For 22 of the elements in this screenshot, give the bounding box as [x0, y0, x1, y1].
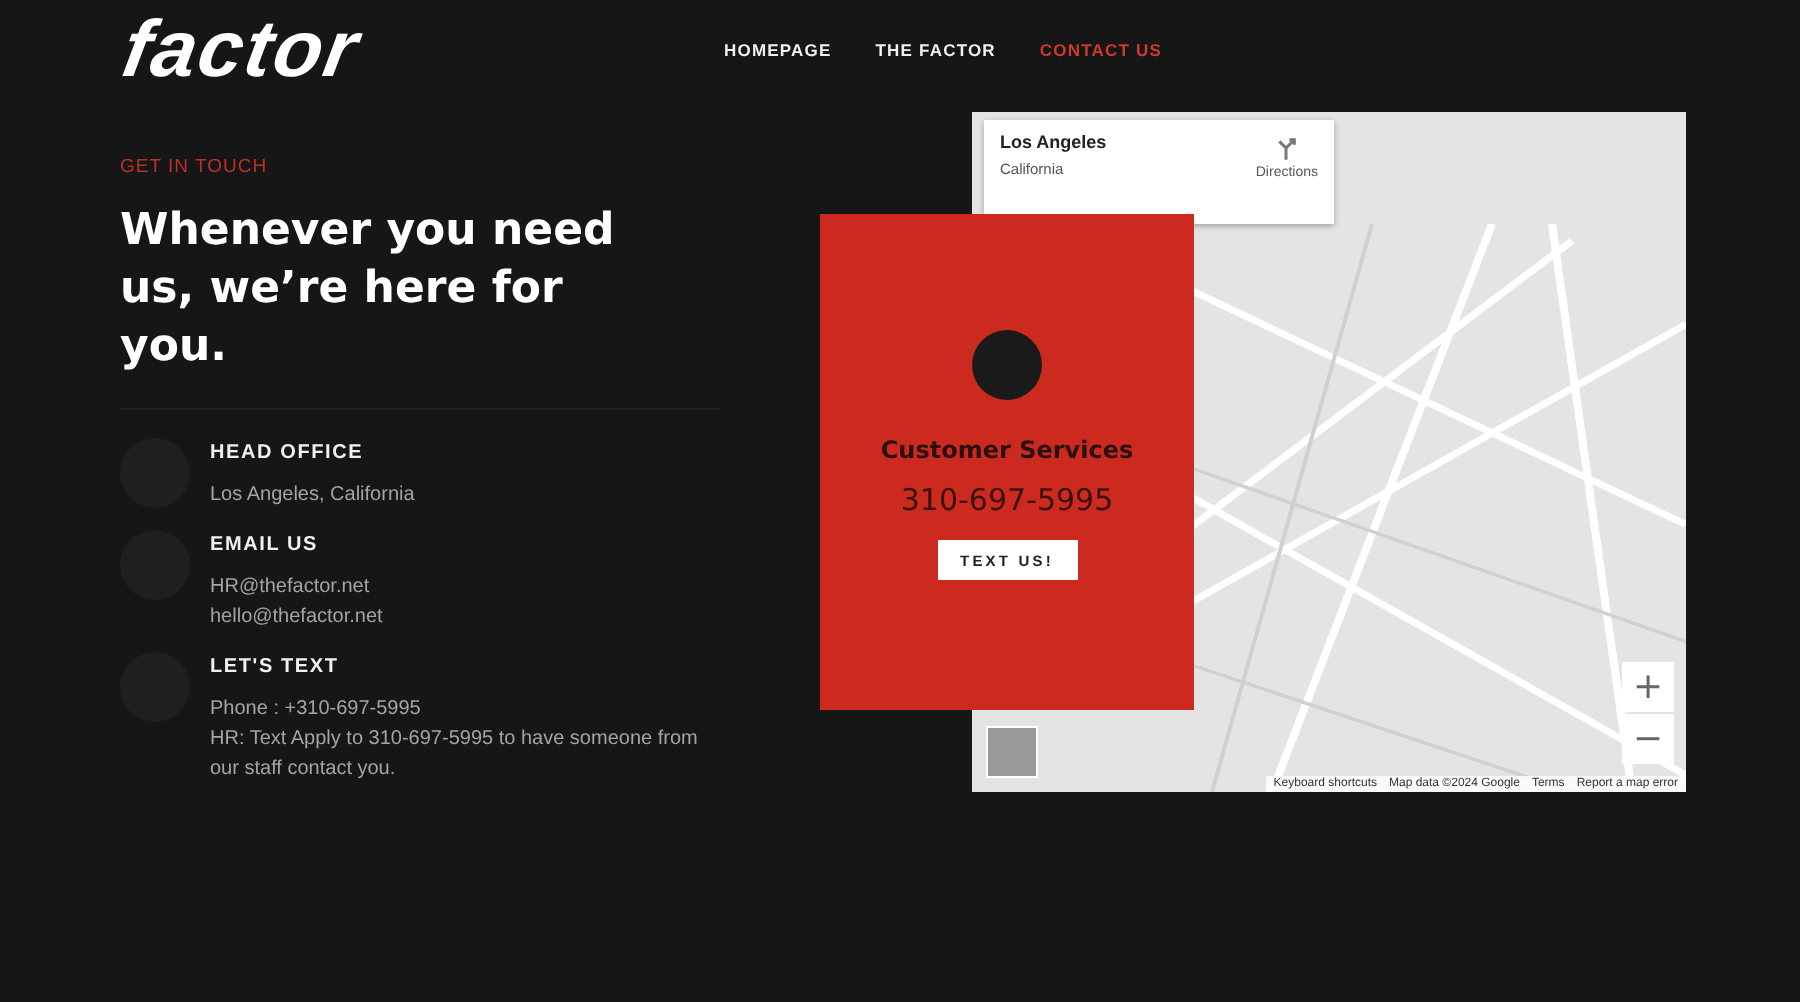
contact-title: HEAD OFFICE [210, 442, 366, 464]
zoom-in-button[interactable]: + [1622, 662, 1674, 712]
place-name: Los Angeles [1000, 132, 1107, 152]
map-type-thumbnail[interactable] [986, 726, 1038, 778]
contact-title: EMAIL US [210, 534, 320, 556]
contact-detail: HR: Text Apply to 310-697-5995 to have someone from our staff contact you. [210, 726, 700, 784]
section-heading: Whenever you need us, we’re here for you. [120, 204, 617, 376]
phone-number: 310-697-5995 [900, 482, 1114, 518]
nav-link[interactable]: CONTACT US [1039, 40, 1163, 60]
contact-detail: Phone : +310-697-5995 [210, 696, 423, 724]
contact-title: LET'S TEXT [210, 656, 341, 678]
logo[interactable]: factor [116, 10, 492, 90]
zoom-out-button[interactable]: − [1622, 714, 1674, 764]
contact-detail: HR@thefactor.net [210, 574, 372, 602]
nav-link[interactable]: THE FACTOR [875, 40, 996, 60]
card-title: Customer Services [880, 436, 1134, 464]
contact-detail: Los Angeles, California [210, 482, 417, 510]
directions-icon [1276, 136, 1297, 160]
contact-detail: hello@thefactor.net [210, 604, 385, 632]
circle-icon [972, 330, 1042, 400]
nav-link[interactable]: HOMEPAGE [724, 40, 832, 60]
section-eyebrow: GET IN TOUCH [120, 156, 270, 178]
